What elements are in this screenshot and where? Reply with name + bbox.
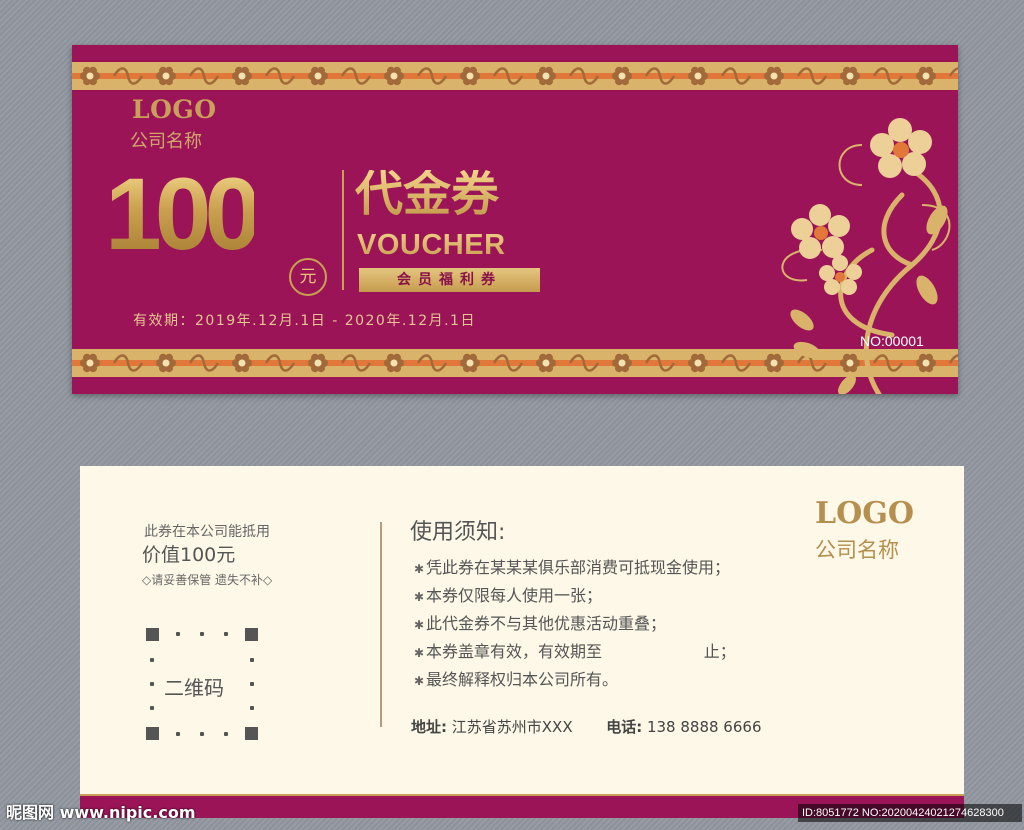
qr-dot bbox=[200, 632, 204, 636]
member-welfare-label: 会员福利券 bbox=[359, 268, 540, 292]
front-logo: LOGO bbox=[132, 95, 217, 124]
bullet-icon: ✱ bbox=[414, 618, 425, 632]
address-value: 江苏省苏州市XXX bbox=[451, 718, 573, 736]
bullet-icon: ✱ bbox=[414, 646, 425, 660]
bullet-icon: ✱ bbox=[414, 562, 425, 576]
back-divider bbox=[380, 522, 382, 727]
qr-dot bbox=[150, 706, 154, 710]
usage-rule: ✱ 凭此券在某某某俱乐部消费可抵现金使用； bbox=[414, 558, 731, 577]
qr-dot bbox=[250, 682, 254, 686]
qr-dot bbox=[176, 732, 180, 736]
qr-dot bbox=[250, 658, 254, 662]
address-label: 地址: bbox=[411, 718, 447, 736]
back-logo: LOGO bbox=[815, 496, 914, 531]
qr-corner bbox=[146, 628, 159, 641]
usage-rule: ✱ 本券盖章有效，有效期至 止； bbox=[414, 642, 736, 661]
qr-code-placeholder: 二维码 bbox=[146, 628, 258, 740]
qr-corner bbox=[146, 727, 159, 740]
qr-dot bbox=[250, 706, 254, 710]
qr-corner bbox=[245, 727, 258, 740]
contact-info: 地址: 江苏省苏州市XXX 电话: 138 8888 6666 bbox=[411, 716, 761, 737]
qr-dot bbox=[150, 682, 154, 686]
validity-period: 有效期：2019年.12月.1日 - 2020年.12月.1日 bbox=[133, 313, 476, 329]
voucher-amount: 100 bbox=[105, 157, 261, 271]
serial-number: NO:00001 bbox=[860, 333, 924, 349]
amount-unit-badge: 元 bbox=[289, 258, 327, 296]
qr-dot bbox=[200, 732, 204, 736]
usage-notes-title: 使用须知: bbox=[410, 520, 506, 545]
site-watermark: 昵图网 www.nipic.com bbox=[6, 803, 196, 822]
qr-dot bbox=[176, 632, 180, 636]
back-company-name: 公司名称 bbox=[815, 538, 899, 562]
keep-safe-notice: ◇请妥善保管 遗失不补◇ bbox=[142, 573, 273, 587]
usage-rule: ✱ 本券仅限每人使用一张； bbox=[414, 586, 603, 605]
qr-dot bbox=[224, 732, 228, 736]
bullet-icon: ✱ bbox=[414, 674, 425, 688]
qr-dot bbox=[150, 658, 154, 662]
flower-large bbox=[870, 118, 932, 178]
qr-corner bbox=[245, 628, 258, 641]
flower-medium bbox=[791, 204, 850, 259]
voucher-title-en: VOUCHER bbox=[357, 229, 506, 261]
phone-value: 138 8888 6666 bbox=[646, 718, 762, 736]
qr-dot bbox=[224, 632, 228, 636]
redeem-intro: 此券在本公司能抵用 bbox=[144, 524, 270, 540]
usage-rule: ✱ 最终解释权归本公司所有。 bbox=[414, 670, 619, 689]
title-divider bbox=[342, 170, 344, 290]
bullet-icon: ✱ bbox=[414, 590, 425, 604]
front-company-name: 公司名称 bbox=[130, 131, 202, 152]
voucher-front: LOGO 公司名称 100 元 代金券 VOUCHER 会员福利券 有效期：20… bbox=[72, 45, 958, 394]
redeem-value: 价值100元 bbox=[142, 544, 236, 566]
voucher-back: 此券在本公司能抵用 价值100元 ◇请妥善保管 遗失不补◇ 二维码 使用须知: … bbox=[80, 466, 964, 806]
image-id-watermark: ID:8051772 NO:20200424021274628300 bbox=[798, 804, 1022, 822]
phone-label: 电话: bbox=[606, 718, 643, 736]
usage-rule: ✱ 此代金券不与其他优惠活动重叠； bbox=[414, 614, 667, 633]
qr-label: 二维码 bbox=[164, 676, 224, 700]
voucher-title-cn: 代金券 bbox=[355, 166, 500, 222]
